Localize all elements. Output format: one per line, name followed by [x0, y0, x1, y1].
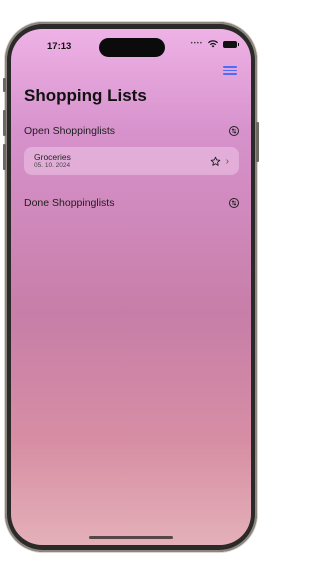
open-section-label: Open Shoppinglists — [24, 125, 116, 137]
open-section-header: Open Shoppinglists — [24, 125, 239, 137]
chevron-right-icon: › — [225, 155, 229, 167]
menu-button[interactable] — [223, 66, 237, 76]
battery-icon — [223, 40, 239, 48]
side-button — [256, 122, 259, 162]
home-indicator[interactable] — [89, 536, 173, 539]
sort-icon[interactable] — [229, 198, 239, 208]
dynamic-island — [99, 38, 165, 57]
done-section-label: Done Shoppinglists — [24, 197, 115, 209]
status-icons: •••• — [190, 40, 239, 48]
star-icon[interactable] — [210, 156, 221, 167]
app-screen: 17:13 •••• Shopping Lists Open Shoppingl… — [11, 29, 251, 545]
page-title: Shopping Lists — [24, 86, 147, 105]
list-item-groceries[interactable]: Groceries 05. 10. 2024 › — [24, 147, 239, 175]
volume-down-button — [3, 144, 6, 170]
status-time: 17:13 — [47, 41, 72, 52]
list-item-name: Groceries — [34, 152, 71, 162]
hamburger-line — [223, 69, 237, 71]
list-item-text: Groceries 05. 10. 2024 — [34, 152, 210, 170]
volume-up-button — [3, 110, 6, 136]
signal-icon: •••• — [190, 41, 203, 47]
wifi-icon — [208, 40, 218, 48]
hamburger-line — [223, 73, 237, 75]
hamburger-icon — [223, 66, 237, 68]
action-button — [3, 78, 6, 92]
done-section-header: Done Shoppinglists — [24, 197, 239, 209]
list-item-date: 05. 10. 2024 — [34, 162, 71, 169]
sort-icon[interactable] — [229, 126, 239, 136]
